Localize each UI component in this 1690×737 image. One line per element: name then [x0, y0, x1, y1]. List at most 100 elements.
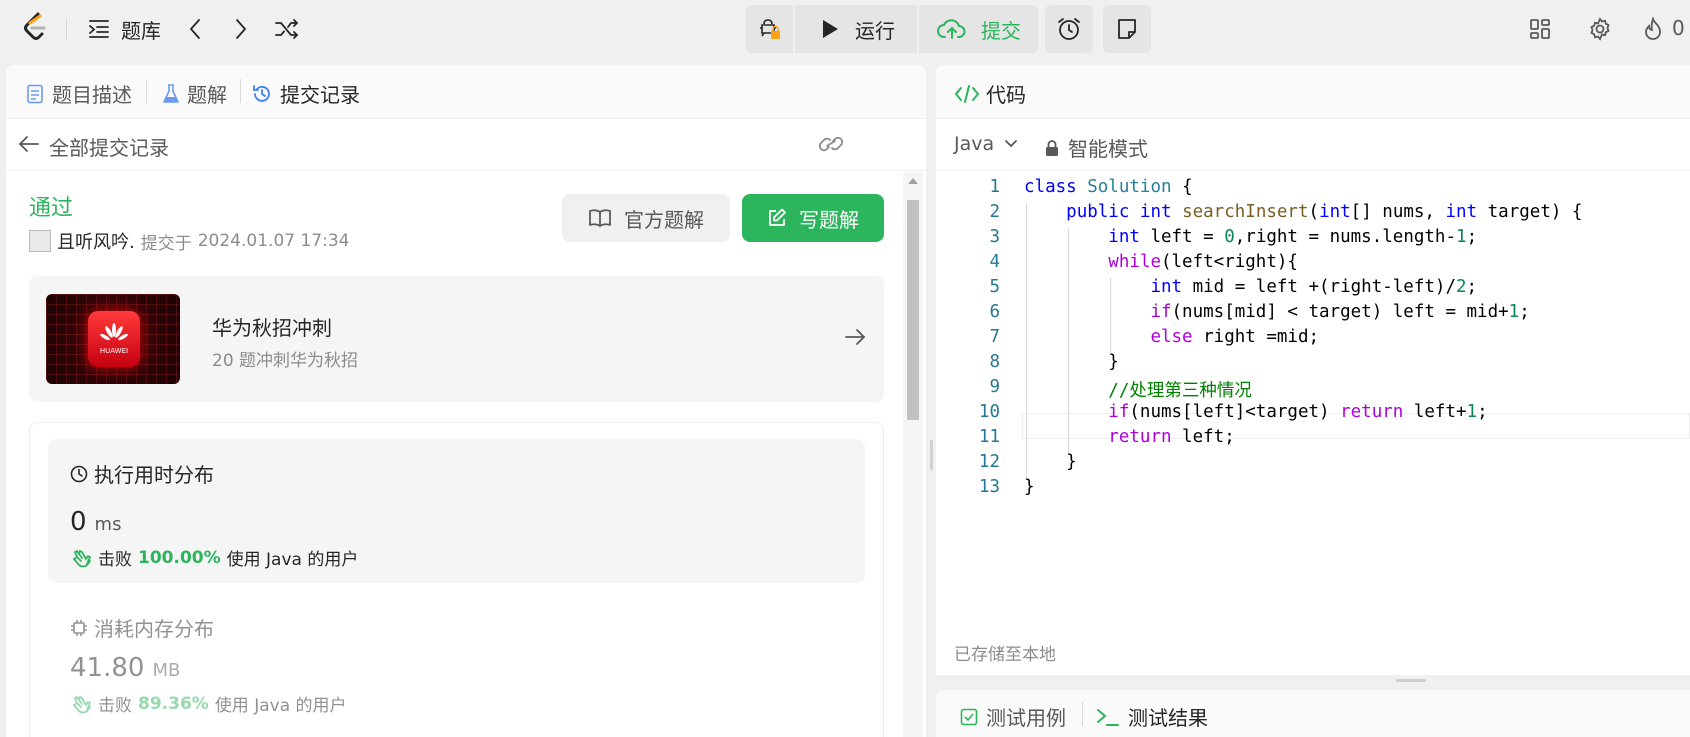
memory-unit: MB — [152, 660, 181, 681]
tab-solutions-label: 题解 — [187, 83, 227, 107]
edit-icon — [769, 208, 786, 226]
divider — [66, 18, 67, 40]
layout-icon[interactable] — [1527, 16, 1553, 42]
memory-distribution[interactable]: 消耗内存分布 41.80 MB 击败 89.36% 使用 Java 的用户 — [48, 593, 865, 737]
code-line: 3 int left = 0,right = nums.length-1; — [936, 227, 1690, 254]
lock-icon — [1046, 139, 1058, 156]
leetcode-logo-icon[interactable] — [22, 12, 50, 42]
terminal-icon — [1097, 708, 1119, 726]
history-icon — [253, 84, 270, 102]
tab-test-results[interactable]: 测试结果 — [1096, 702, 1208, 731]
runtime-unit: ms — [94, 514, 122, 535]
problem-list-icon[interactable] — [86, 16, 112, 42]
code-title-label: 代码 — [986, 83, 1026, 107]
memory-title-label: 消耗内存分布 — [94, 617, 214, 641]
submit-label: 提交 — [981, 18, 1021, 43]
code-icon — [954, 84, 980, 103]
line-number: 11 — [978, 427, 1000, 447]
chevron-down-icon — [1005, 140, 1018, 148]
run-button[interactable]: 运行 — [795, 5, 917, 53]
runtime-beat: 击败 100.00% 使用 Java 的用户 — [70, 545, 358, 570]
fire-streak-icon[interactable] — [1640, 16, 1666, 42]
code-text: class Solution { — [1024, 177, 1193, 197]
memory-number: 41.80 — [70, 653, 145, 683]
tab-description-label: 题目描述 — [52, 83, 132, 107]
performance-card: 执行用时分布 0 ms 击败 100.00% 使用 Java 的用户 消耗内存分… — [29, 422, 884, 737]
clap-hands-icon — [73, 695, 92, 713]
code-text: } — [1024, 352, 1119, 372]
submission-status: 通过 — [29, 196, 74, 221]
settings-gear-icon[interactable] — [1587, 16, 1613, 42]
shuffle-icon[interactable] — [274, 16, 300, 42]
code-text: else right =mid; — [1150, 327, 1320, 347]
runtime-number: 0 — [70, 507, 87, 537]
scroll-thumb[interactable] — [907, 200, 919, 420]
submitted-time: 2024.01.07 17:34 — [197, 231, 350, 251]
smart-mode[interactable]: 智能模式 — [1044, 133, 1148, 162]
write-solution-label: 写题解 — [799, 207, 859, 232]
tab-test-cases-label: 测试用例 — [986, 706, 1066, 730]
runtime-distribution[interactable]: 执行用时分布 0 ms 击败 100.00% 使用 Java 的用户 — [48, 439, 865, 583]
write-solution-button[interactable]: 写题解 — [742, 194, 884, 242]
chip-icon — [71, 619, 87, 636]
line-number: 3 — [989, 227, 1000, 247]
code-line: 2 public int searchInsert(int[] nums, in… — [936, 202, 1690, 229]
tab-submissions-label: 提交记录 — [280, 83, 360, 107]
tab-solutions[interactable]: 题解 — [163, 79, 227, 108]
tab-submissions[interactable]: 提交记录 — [252, 79, 360, 108]
timer-button[interactable] — [1045, 5, 1093, 53]
tab-divider — [240, 79, 241, 103]
tab-divider — [146, 79, 147, 103]
huawei-logo-icon: HUAWEI — [88, 311, 140, 367]
submitter-info: 且听风吟. 提交于 2024.01.07 17:34 — [29, 228, 349, 254]
submitter-name[interactable]: 且听风吟. — [57, 228, 135, 254]
smart-mode-label: 智能模式 — [1068, 137, 1148, 161]
code-panel-title: 代码 — [954, 79, 1026, 108]
memory-beat-pct: 89.36% — [138, 693, 209, 714]
promo-image: HUAWEI — [46, 294, 180, 384]
avatar — [29, 230, 51, 252]
chevron-left-icon[interactable] — [182, 16, 208, 42]
promo-title: 华为秋招冲刺 — [212, 316, 332, 340]
language-select[interactable]: Java — [954, 133, 1018, 155]
promo-subtitle: 20 题冲刺华为秋招 — [212, 351, 359, 371]
runtime-title: 执行用时分布 — [70, 459, 214, 488]
all-submissions-link[interactable]: 全部提交记录 — [49, 132, 169, 161]
code-panel: 代码 Java 智能模式 1 class Solution { 2 public … — [936, 65, 1690, 675]
submit-button[interactable]: 提交 — [919, 5, 1038, 53]
cloud-upload-icon — [937, 19, 966, 39]
left-tab-bar: 题目描述 题解 提交记录 — [6, 65, 926, 119]
line-number: 13 — [978, 477, 1000, 497]
runtime-beat-pct: 100.00% — [138, 547, 221, 568]
tab-test-results-label: 测试结果 — [1128, 706, 1208, 730]
scrollbar[interactable] — [903, 172, 923, 737]
link-icon[interactable] — [818, 133, 844, 155]
submitted-prefix: 提交于 — [140, 233, 192, 254]
debug-lock-button[interactable] — [746, 5, 793, 53]
line-number: 6 — [989, 302, 1000, 322]
submission-subheader: 全部提交记录 — [6, 119, 926, 171]
chevron-right-icon[interactable] — [228, 16, 254, 42]
alarm-clock-icon — [1058, 18, 1080, 40]
promo-card[interactable]: HUAWEI 华为秋招冲刺 20 题冲刺华为秋招 — [29, 276, 884, 402]
official-solution-button[interactable]: 官方题解 — [562, 194, 730, 242]
clap-hands-icon — [73, 549, 92, 567]
code-line: 12 } — [936, 452, 1690, 479]
note-button[interactable] — [1103, 5, 1151, 53]
line-number: 5 — [989, 277, 1000, 297]
code-line: 6 if(nums[mid] < target) left = mid+1; — [936, 302, 1690, 329]
problem-bank-link[interactable]: 题库 — [121, 15, 161, 44]
back-arrow-icon[interactable] — [18, 133, 40, 155]
code-text: int mid = left +(right-left)/2; — [1150, 277, 1478, 297]
panel-drag-handle[interactable] — [1396, 679, 1426, 682]
tab-test-cases[interactable]: 测试用例 — [960, 702, 1066, 731]
line-number: 1 — [989, 177, 1000, 197]
scroll-up-icon[interactable] — [908, 178, 918, 184]
line-number: 9 — [989, 377, 1000, 397]
code-line: 13} — [936, 477, 1690, 504]
memory-beat: 击败 89.36% 使用 Java 的用户 — [70, 691, 347, 716]
official-solution-label: 官方题解 — [624, 207, 704, 232]
panel-resize-handle[interactable] — [930, 440, 933, 470]
huawei-logo-text: HUAWEI — [99, 347, 129, 355]
tab-description[interactable]: 题目描述 — [26, 79, 132, 108]
